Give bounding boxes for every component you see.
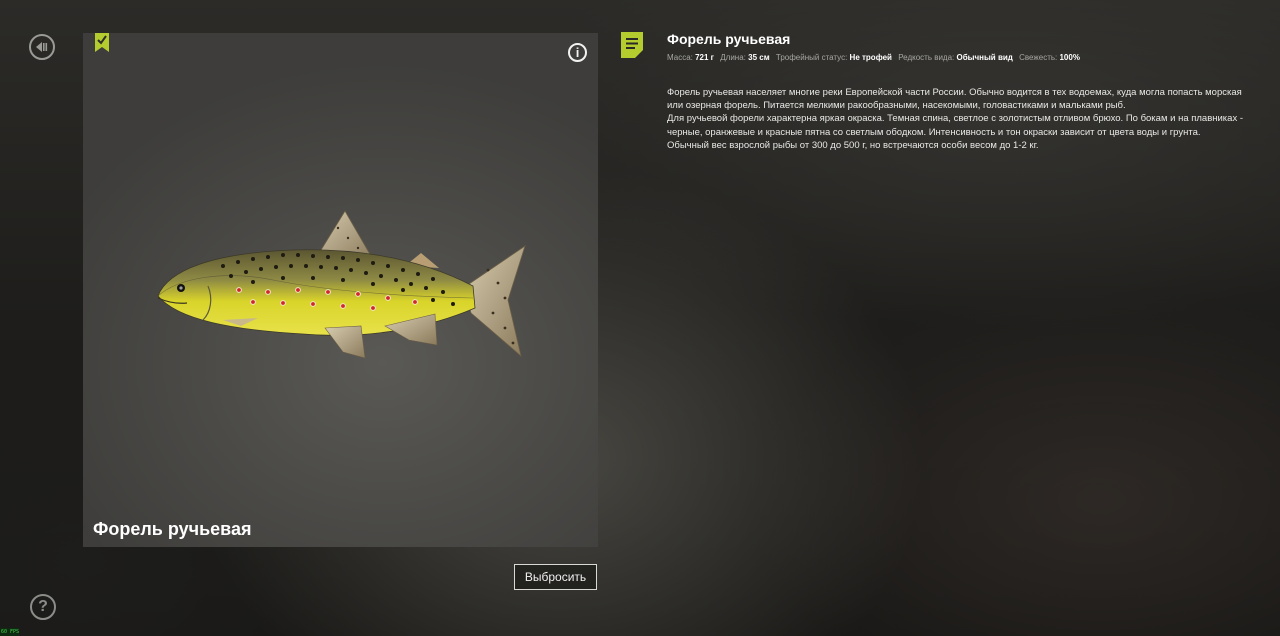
stat-value-rarity: Обычный вид: [956, 53, 1013, 62]
stat-label-freshness: Свежесть:: [1019, 53, 1058, 62]
info-button[interactable]: i: [568, 43, 587, 62]
discard-button[interactable]: Выбросить: [514, 564, 597, 590]
fish-name-caption: Форель ручьевая: [93, 519, 252, 539]
help-icon: ?: [38, 598, 48, 615]
back-arrow-icon: [36, 42, 48, 52]
fish-description: Форель ручьевая населяет многие реки Евр…: [667, 86, 1252, 152]
stat-label-length: Длина:: [720, 53, 746, 62]
bookmark-check-icon: [95, 33, 109, 52]
description-paragraph: Для ручьевой форели характерна яркая окр…: [667, 113, 1244, 138]
game-screen: i Форель ручьевая Выбросить Форель ручье…: [0, 0, 1280, 636]
stat-value-trophy: Не трофей: [849, 53, 892, 62]
stat-label-rarity: Редкость вида:: [898, 53, 955, 62]
description-paragraph: Обычный вес взрослой рыбы от 300 до 500 …: [667, 139, 1039, 151]
description-paragraph: Форель ручьевая населяет многие реки Евр…: [667, 87, 1242, 112]
notes-icon: [621, 32, 643, 58]
brook-trout-image: [157, 210, 526, 359]
info-icon: i: [575, 45, 580, 60]
stat-label-mass: Масса:: [667, 53, 693, 62]
fish-card: i Форель ручьевая: [83, 33, 598, 547]
fish-title: Форель ручьевая: [667, 31, 791, 47]
back-button[interactable]: [29, 34, 55, 60]
stat-label-trophy: Трофейный статус:: [775, 53, 848, 62]
stat-value-freshness: 100%: [1059, 53, 1080, 62]
help-button[interactable]: ?: [30, 594, 56, 620]
fish-stats: Масса: 721 г Длина: 35 см Трофейный стат…: [667, 53, 1084, 62]
fps-counter: 60 FPS: [0, 628, 19, 636]
stat-value-mass: 721 г: [695, 53, 715, 62]
stat-value-length: 35 см: [748, 53, 770, 62]
